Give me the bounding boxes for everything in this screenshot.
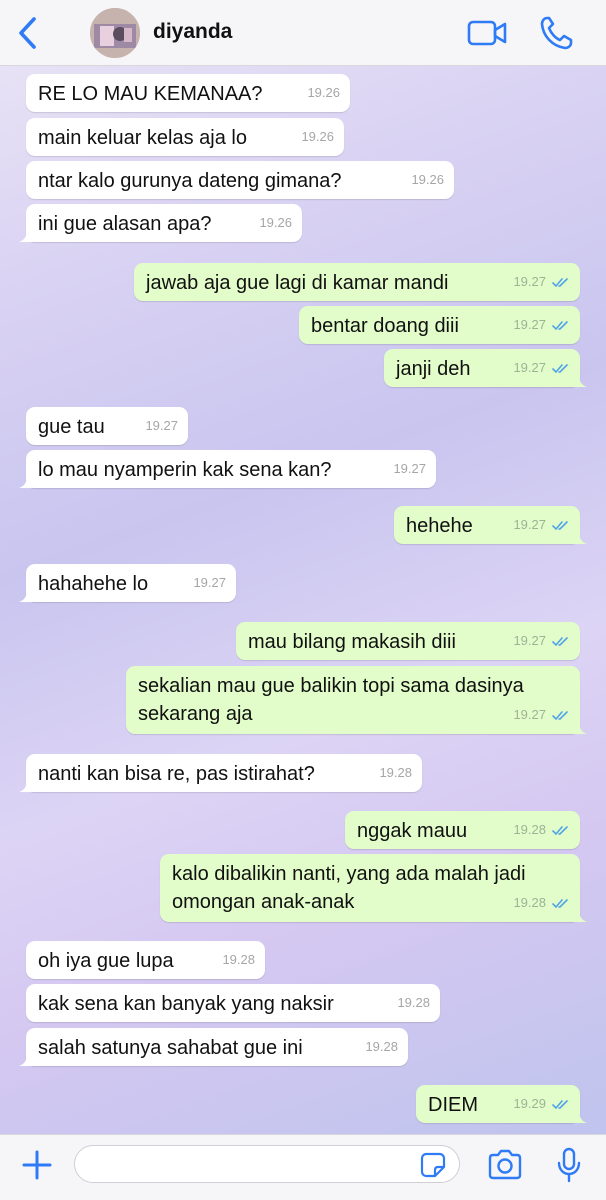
- message-bubble[interactable]: ntar kalo gurunya dateng gimana? 19.26: [26, 161, 454, 199]
- bubble-tail: [573, 720, 587, 734]
- message-bubble[interactable]: sekalian mau gue balikin topi sama dasin…: [126, 666, 587, 734]
- message-time: 19.27: [513, 701, 570, 729]
- avatar-image: [90, 8, 140, 58]
- message-input[interactable]: [74, 1145, 460, 1183]
- message-time: 19.26: [411, 172, 444, 187]
- message-bubble[interactable]: RE LO MAU KEMANAA? 19.26: [26, 74, 350, 112]
- phone-icon: [540, 16, 573, 50]
- message-bubble[interactable]: lo mau nyamperin kak sena kan? 19.27: [19, 450, 436, 488]
- message-time: 19.27: [393, 461, 426, 476]
- message-text: RE LO MAU KEMANAA?: [38, 83, 263, 105]
- message-list[interactable]: RE LO MAU KEMANAA? 19.26 main keluar kel…: [0, 66, 606, 1134]
- read-receipt-icon: [552, 710, 568, 720]
- message-time: 19.29: [513, 1090, 570, 1118]
- sticker-button[interactable]: [420, 1152, 446, 1178]
- message-text: sekarang aja: [138, 703, 253, 725]
- avatar[interactable]: [90, 8, 140, 58]
- message-text: salah satunya sahabat gue ini: [38, 1037, 303, 1059]
- message-time: 19.26: [307, 85, 340, 100]
- contact-name[interactable]: diyanda: [153, 20, 232, 44]
- video-camera-icon: [467, 20, 507, 46]
- message-time: 19.27: [513, 511, 570, 539]
- message-bubble[interactable]: oh iya gue lupa 19.28: [26, 941, 265, 979]
- read-receipt-icon: [552, 520, 568, 530]
- message-text: main keluar kelas aja lo: [38, 127, 247, 149]
- message-time: 19.27: [513, 354, 570, 382]
- read-receipt-icon: [552, 636, 568, 646]
- bubble-tail: [19, 474, 33, 488]
- bubble-tail: [19, 1052, 33, 1066]
- message-time: 19.27: [513, 311, 570, 339]
- message-bubble[interactable]: kak sena kan banyak yang naksir 19.28: [26, 984, 440, 1022]
- message-time: 19.27: [145, 418, 178, 433]
- message-time: 19.28: [513, 816, 570, 844]
- bubble-tail: [573, 1109, 587, 1123]
- message-time: 19.26: [259, 215, 292, 230]
- message-text: kalo dibalikin nanti, yang ada malah jad…: [172, 863, 526, 885]
- message-bubble[interactable]: kalo dibalikin nanti, yang ada malah jad…: [160, 854, 587, 922]
- camera-icon: [488, 1149, 522, 1180]
- plus-icon: [22, 1150, 52, 1180]
- bubble-tail: [573, 908, 587, 922]
- sticker-icon: [420, 1152, 446, 1178]
- bubble-tail: [19, 588, 33, 602]
- message-time: 19.28: [365, 1039, 398, 1054]
- camera-button[interactable]: [486, 1149, 524, 1181]
- video-call-button[interactable]: [466, 16, 508, 50]
- message-time: 19.28: [222, 952, 255, 967]
- message-time: 19.26: [301, 129, 334, 144]
- attach-button[interactable]: [20, 1148, 54, 1182]
- message-bubble[interactable]: bentar doang diii 19.27: [299, 306, 580, 344]
- message-time: 19.28: [397, 995, 430, 1010]
- message-bubble[interactable]: hahahehe lo 19.27: [19, 564, 236, 602]
- read-receipt-icon: [552, 825, 568, 835]
- message-bubble[interactable]: salah satunya sahabat gue ini 19.28: [19, 1028, 408, 1066]
- message-text: jawab aja gue lagi di kamar mandi: [146, 272, 449, 294]
- chat-header: diyanda: [0, 0, 606, 66]
- message-time: 19.28: [379, 765, 412, 780]
- message-text: sekalian mau gue balikin topi sama dasin…: [138, 675, 524, 697]
- message-time: 19.28: [513, 889, 570, 917]
- voice-call-button[interactable]: [538, 14, 574, 52]
- read-receipt-icon: [552, 1099, 568, 1109]
- bubble-tail: [573, 373, 587, 387]
- message-bubble[interactable]: main keluar kelas aja lo 19.26: [26, 118, 344, 156]
- message-text: ini gue alasan apa?: [38, 213, 212, 235]
- message-text: oh iya gue lupa: [38, 950, 174, 972]
- chevron-left-icon: [19, 17, 36, 49]
- input-bar: [0, 1134, 606, 1200]
- read-receipt-icon: [552, 898, 568, 908]
- message-text: ntar kalo gurunya dateng gimana?: [38, 170, 342, 192]
- message-bubble[interactable]: DIEM 19.29: [416, 1085, 587, 1123]
- message-time: 19.27: [513, 627, 570, 655]
- microphone-button[interactable]: [556, 1147, 582, 1183]
- read-receipt-icon: [552, 363, 568, 373]
- microphone-icon: [557, 1147, 581, 1183]
- message-bubble[interactable]: janji deh 19.27: [384, 349, 587, 387]
- back-button[interactable]: [14, 14, 42, 52]
- message-text: omongan anak-anak: [172, 891, 355, 913]
- message-bubble[interactable]: nanti kan bisa re, pas istirahat? 19.28: [19, 754, 422, 792]
- message-bubble[interactable]: jawab aja gue lagi di kamar mandi 19.27: [134, 263, 580, 301]
- message-text: kak sena kan banyak yang naksir: [38, 993, 334, 1015]
- message-bubble[interactable]: hehehe 19.27: [394, 506, 587, 544]
- message-time: 19.27: [193, 575, 226, 590]
- read-receipt-icon: [552, 277, 568, 287]
- message-text: lo mau nyamperin kak sena kan?: [38, 459, 332, 481]
- bubble-tail: [573, 530, 587, 544]
- message-bubble[interactable]: nggak mauu 19.28: [345, 811, 580, 849]
- message-bubble[interactable]: gue tau 19.27: [26, 407, 188, 445]
- read-receipt-icon: [552, 320, 568, 330]
- message-time: 19.27: [513, 268, 570, 296]
- message-bubble[interactable]: mau bilang makasih diii 19.27: [236, 622, 580, 660]
- message-text: nanti kan bisa re, pas istirahat?: [38, 763, 315, 785]
- bubble-tail: [19, 778, 33, 792]
- message-bubble[interactable]: ini gue alasan apa? 19.26: [19, 204, 302, 242]
- bubble-tail: [19, 228, 33, 242]
